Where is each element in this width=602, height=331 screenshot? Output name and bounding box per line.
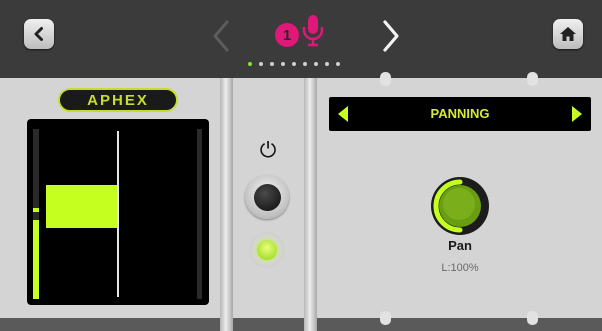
selector-label: PANNING [430, 106, 490, 121]
page-dot [314, 62, 318, 66]
page-dot [325, 62, 329, 66]
page-dot [270, 62, 274, 66]
meter-track [197, 129, 202, 299]
channel-number-badge: 1 [275, 23, 299, 47]
next-channel-arrow-icon[interactable] [378, 18, 404, 54]
chevron-left-icon [34, 27, 43, 41]
pan-position-block [46, 185, 117, 228]
panel-latch [380, 311, 391, 325]
rack-rail [220, 78, 233, 331]
level-meter-display[interactable] [27, 119, 209, 305]
rack-rail [304, 78, 317, 331]
page-dot [259, 62, 263, 66]
panel-latch [527, 311, 538, 325]
pan-knob-label: Pan [448, 238, 472, 253]
meter-peak [33, 208, 39, 212]
page-dot [292, 62, 296, 66]
selector-next-arrow-icon[interactable] [571, 105, 583, 123]
page-dot [336, 62, 340, 66]
microphone-icon [302, 15, 324, 47]
panel-latch [527, 72, 538, 86]
power-icon: ⏻ [259, 138, 277, 162]
led-light [257, 240, 277, 260]
meter-level [33, 220, 39, 299]
page-dot [303, 62, 307, 66]
page-dot [281, 62, 285, 66]
power-button-cap [253, 183, 281, 211]
page-dot [248, 62, 252, 66]
prev-channel-arrow-icon[interactable] [208, 18, 234, 54]
center-line [117, 131, 119, 297]
pan-knob-value: L:100% [441, 262, 479, 274]
pan-knob[interactable] [430, 176, 490, 236]
parameter-selector: PANNING [329, 97, 591, 131]
selector-prev-arrow-icon[interactable] [337, 105, 349, 123]
power-button[interactable] [245, 175, 289, 219]
panel-latch [380, 72, 391, 86]
page-indicator-dots [248, 62, 340, 66]
top-bar: 1 [0, 0, 602, 78]
power-led [249, 232, 285, 268]
bottom-strip [0, 318, 602, 331]
home-button[interactable] [553, 19, 583, 49]
back-button[interactable] [24, 19, 54, 49]
home-icon [560, 27, 576, 41]
aphex-logo: APHEX [58, 88, 178, 112]
